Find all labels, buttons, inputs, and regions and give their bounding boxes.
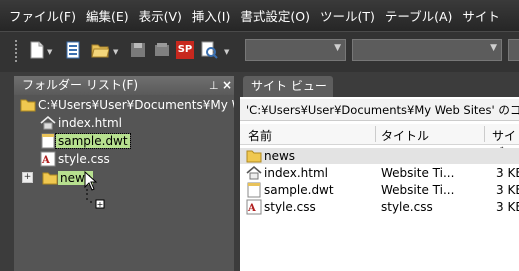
menu-format[interactable]: 書式設定(O): [235, 6, 315, 25]
html-file-icon: [40, 115, 56, 129]
column-header-name[interactable]: 名前: [248, 127, 272, 144]
file-row-sample-dwt[interactable]: sample.dwt Website Ti... 3 KB: [240, 182, 519, 198]
file-title: Website Ti...: [381, 183, 455, 197]
file-name: style.css: [264, 200, 316, 214]
save-icon[interactable]: [129, 41, 147, 59]
sharepoint-icon[interactable]: SP: [176, 41, 194, 59]
toolbar: ▼ ▼ SP ▼ ▼ ▼: [0, 31, 519, 72]
drag-cursor-icon: +: [84, 171, 105, 209]
tree-item-news[interactable]: + news: [22, 169, 94, 186]
menu-insert[interactable]: 挿入(I): [187, 6, 235, 25]
file-size: 3 KB: [496, 183, 519, 197]
menu-view[interactable]: 表示(V): [134, 6, 187, 25]
expand-icon[interactable]: +: [22, 172, 33, 183]
drag-cursor-badge: +: [97, 200, 104, 209]
file-row-index-html[interactable]: index.html Website Ti... 3 KB: [240, 165, 519, 181]
folder-list-header: フォルダー リスト(F) ⊥ ×: [14, 76, 234, 95]
css-file-icon: A: [246, 199, 262, 215]
folder-icon: [20, 99, 36, 111]
close-icon[interactable]: ×: [222, 76, 232, 95]
chevron-down-icon: ▼: [490, 43, 497, 53]
column-divider[interactable]: [484, 126, 485, 142]
preview-icon[interactable]: [200, 41, 218, 59]
tree-item-label: sample.dwt: [55, 132, 131, 149]
tree-item-label: index.html: [58, 115, 122, 130]
toolbar-grip[interactable]: [15, 40, 21, 62]
font-combo[interactable]: ▼: [352, 39, 502, 61]
file-title: style.css: [381, 200, 433, 214]
file-name: news: [264, 149, 296, 163]
dwt-file-icon: [247, 182, 261, 198]
site-view-path: 'C:¥Users¥User¥Documents¥My Web Sites' の…: [240, 99, 519, 121]
dwt-file-icon: [41, 133, 55, 148]
chevron-down-icon: ▼: [334, 43, 341, 53]
site-view-tabstrip: サイト ビュー: [240, 76, 519, 97]
menu-bar: ファイル(F) 編集(E) 表示(V) 挿入(I) 書式設定(O) ツール(T)…: [0, 0, 519, 31]
tree-root[interactable]: C:¥Users¥User¥Documents¥My Web Sites: [20, 96, 234, 113]
file-name: index.html: [264, 166, 328, 180]
tree-item-label: style.css: [58, 151, 110, 166]
file-row-news[interactable]: news: [240, 148, 519, 164]
file-title: Website Ti...: [381, 166, 455, 180]
menu-tools[interactable]: ツール(T): [315, 6, 380, 25]
file-size: 3 KB: [496, 200, 519, 214]
tab-site-view[interactable]: サイト ビュー: [243, 76, 333, 97]
folder-list-panel: フォルダー リスト(F) ⊥ × C:¥Users¥User¥Documents…: [14, 76, 234, 271]
file-name: sample.dwt: [264, 183, 334, 197]
open-icon[interactable]: [64, 41, 82, 59]
folder-icon: [42, 172, 58, 184]
menu-site[interactable]: サイト: [457, 6, 505, 25]
html-file-icon: [246, 165, 262, 180]
new-page-dropdown-icon[interactable]: ▼: [47, 48, 52, 56]
menu-table[interactable]: テーブル(A): [380, 6, 458, 25]
menu-edit[interactable]: 編集(E): [81, 6, 134, 25]
tree-item-index-html[interactable]: index.html: [40, 114, 124, 131]
column-header-title[interactable]: タイトル: [381, 127, 429, 144]
file-row-style-css[interactable]: A style.css style.css 3 KB: [240, 199, 519, 215]
style-combo[interactable]: ▼: [245, 39, 346, 61]
tree-item-style-css[interactable]: A style.css: [40, 150, 112, 167]
new-page-icon[interactable]: [28, 41, 46, 59]
site-view-panel: サイト ビュー 'C:¥Users¥User¥Documents¥My Web …: [240, 76, 519, 271]
svg-text:A: A: [41, 155, 50, 166]
open-dropdown-icon[interactable]: ▼: [113, 48, 118, 56]
folder-list-title: フォルダー リスト(F): [22, 78, 139, 92]
file-size: 3 KB: [496, 166, 519, 180]
column-divider[interactable]: [375, 126, 376, 142]
menu-file[interactable]: ファイル(F): [0, 6, 81, 25]
file-list-header: 名前 タイトル サイズ: [240, 124, 519, 160]
tree-root-label: C:¥Users¥User¥Documents¥My Web Sites: [38, 97, 234, 112]
preview-dropdown-icon[interactable]: ▼: [224, 48, 229, 56]
svg-text:A: A: [247, 203, 256, 214]
css-file-icon: A: [40, 151, 56, 166]
font-size-combo[interactable]: [508, 39, 519, 61]
open-folder-icon[interactable]: [91, 41, 109, 59]
publish-icon[interactable]: [153, 41, 171, 59]
tree-item-sample-dwt[interactable]: sample.dwt: [40, 132, 131, 149]
folder-icon: [246, 150, 262, 163]
pin-icon[interactable]: ⊥: [209, 76, 219, 95]
